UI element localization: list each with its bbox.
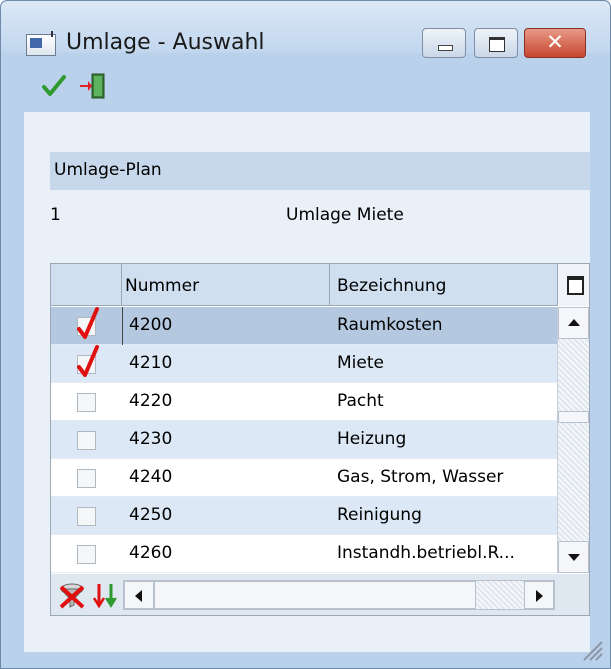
table-row[interactable]: 4250 Reinigung (51, 497, 557, 535)
plan-header-label: Umlage-Plan (54, 160, 162, 180)
row-checkbox[interactable] (77, 507, 96, 526)
grid-header: Nummer Bezeichnung (51, 264, 557, 306)
cell-nummer: 4250 (129, 505, 173, 525)
scroll-down-button[interactable] (558, 541, 589, 573)
plan-number: 1 (50, 205, 61, 225)
cell-nummer: 4260 (129, 543, 173, 563)
horizontal-scrollbar[interactable] (123, 580, 555, 610)
vertical-scroll-thumb[interactable] (558, 411, 589, 423)
table-row[interactable]: 4210 Miete (51, 345, 557, 383)
plan-name: Umlage Miete (286, 205, 404, 225)
maximize-button[interactable] (474, 28, 518, 58)
exit-door-icon[interactable] (78, 71, 108, 101)
cell-bezeichnung: Miete (337, 353, 384, 373)
scroll-up-button[interactable] (558, 307, 589, 339)
sort-icon[interactable] (91, 580, 121, 610)
column-separator[interactable] (121, 264, 122, 306)
row-checkbox[interactable] (77, 431, 96, 450)
column-chooser-button[interactable] (557, 264, 589, 306)
column-header-bezeichnung[interactable]: Bezeichnung (337, 276, 446, 296)
column-header-nummer[interactable]: Nummer (125, 276, 199, 296)
table-row[interactable]: 4260 Instandh.betriebl.R... (51, 535, 557, 573)
table-row[interactable]: 4200 Raumkosten (51, 307, 557, 347)
horizontal-scroll-thumb[interactable] (154, 581, 476, 609)
plan-header: Umlage-Plan (50, 152, 590, 190)
cell-bezeichnung: Pacht (337, 391, 384, 411)
close-icon: ✕ (546, 30, 564, 54)
scroll-left-button[interactable] (124, 581, 154, 609)
app-window-icon (26, 31, 56, 56)
row-checkbox[interactable] (77, 545, 96, 564)
cell-nummer: 4210 (129, 353, 173, 373)
table-row[interactable]: 4230 Heizung (51, 421, 557, 459)
account-grid[interactable]: Nummer Bezeichnung 4200 Raumkosten 4210 … (50, 263, 590, 616)
cell-nummer: 4230 (129, 429, 173, 449)
cell-bezeichnung: Instandh.betriebl.R... (337, 543, 515, 563)
green-checkmark-icon[interactable] (42, 74, 66, 98)
vertical-scrollbar[interactable] (557, 307, 589, 573)
cell-bezeichnung: Heizung (337, 429, 407, 449)
close-button[interactable]: ✕ (524, 28, 586, 58)
cell-nummer: 4240 (129, 467, 173, 487)
resize-grip-icon[interactable] (578, 636, 604, 662)
clear-filter-icon[interactable] (57, 581, 87, 609)
table-row[interactable]: 4220 Pacht (51, 383, 557, 421)
row-checkbox[interactable] (77, 469, 96, 488)
red-check-icon (77, 345, 99, 377)
window-title: Umlage - Auswahl (66, 30, 265, 55)
focus-cell-border (51, 307, 123, 347)
cell-nummer: 4220 (129, 391, 173, 411)
scroll-right-button[interactable] (524, 581, 554, 609)
table-row[interactable]: 4240 Gas, Strom, Wasser (51, 459, 557, 497)
minimize-button[interactable] (422, 28, 466, 58)
grid-footer (51, 574, 589, 615)
cell-bezeichnung: Raumkosten (337, 315, 443, 335)
cell-bezeichnung: Gas, Strom, Wasser (337, 467, 504, 487)
row-checkbox[interactable] (77, 393, 96, 412)
cell-bezeichnung: Reinigung (337, 505, 422, 525)
column-separator[interactable] (329, 264, 330, 306)
grid-rows: 4200 Raumkosten 4210 Miete 4220 Pacht 42… (51, 307, 557, 573)
cell-nummer: 4200 (129, 315, 173, 335)
